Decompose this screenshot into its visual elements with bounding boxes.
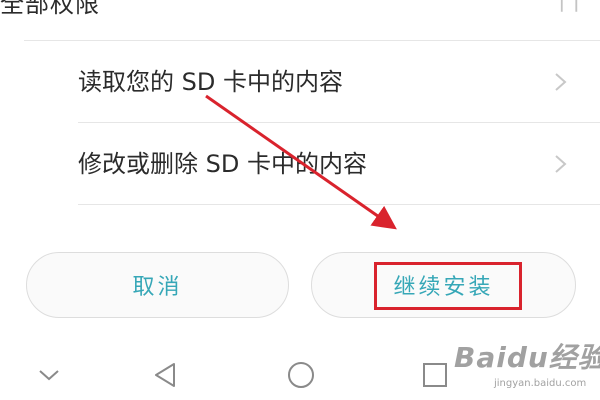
permission-label-read: 读取您的 SD 卡中的内容 bbox=[78, 68, 343, 96]
chevron-right-icon bbox=[555, 73, 567, 91]
permission-label-modify: 修改或删除 SD 卡中的内容 bbox=[78, 150, 367, 178]
home-circle-icon[interactable] bbox=[286, 360, 316, 390]
annotation-highlight-box bbox=[374, 262, 522, 310]
recents-square-icon[interactable] bbox=[420, 360, 450, 390]
header-title: 全部权限 bbox=[0, 0, 100, 18]
watermark-brand: Baidu经验 bbox=[454, 341, 600, 374]
permission-divider bbox=[78, 204, 600, 205]
permission-item-read-sd[interactable]: 读取您的 SD 卡中的内容 bbox=[0, 42, 600, 122]
permission-item-modify-sd[interactable]: 修改或删除 SD 卡中的内容 bbox=[0, 124, 600, 204]
watermark-site: jingyan.baidu.com bbox=[494, 378, 587, 389]
permission-divider bbox=[78, 122, 600, 123]
back-triangle-icon[interactable] bbox=[151, 360, 181, 390]
watermark: Baidu经验 jingyan.baidu.com bbox=[454, 330, 600, 398]
chevron-down-icon[interactable] bbox=[34, 360, 64, 390]
permissions-header: 全部权限 ㄇ bbox=[0, 0, 600, 40]
collapse-icon[interactable]: ㄇ bbox=[558, 0, 580, 18]
cancel-button[interactable]: 取消 bbox=[26, 252, 289, 318]
chevron-right-icon bbox=[555, 155, 567, 173]
header-divider bbox=[24, 40, 600, 41]
